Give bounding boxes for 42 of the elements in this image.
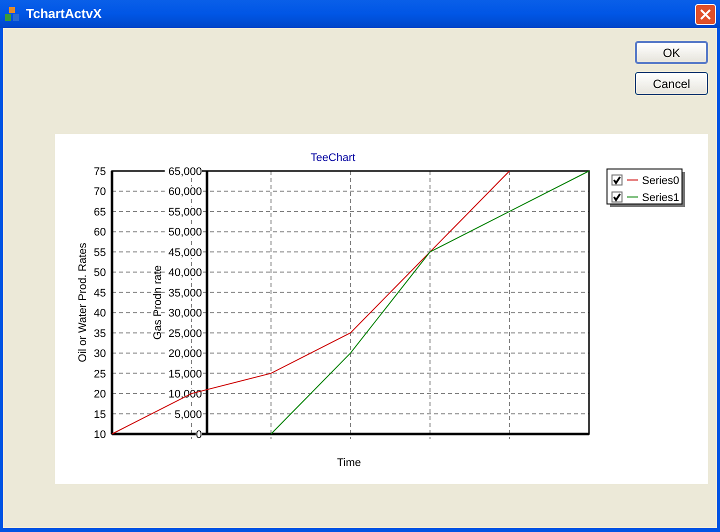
legend-checkbox[interactable] [612,174,622,186]
axis-title: Gas Prodn rate [152,265,164,340]
axis-tick-label: 25,000 [168,328,202,340]
axis-tick-label: 20 [94,388,106,401]
axis-tick-label: 35 [94,328,106,340]
axis-tick-label: 10 [94,429,106,441]
axis-tick-label: 25 [94,368,106,380]
axis-tick-label: 70 [94,186,106,198]
axis-tick-label: 50 [94,267,106,280]
axis-tick-label: 20,000 [168,348,202,360]
close-icon [700,8,711,20]
axis-tick-label: 65 [94,206,106,218]
axis-tick-label: 60,000 [168,186,202,198]
axis-tick-label: 45,000 [168,246,202,259]
axis-tick-label: 30,000 [168,308,202,320]
axis-tick-label: 55 [94,246,106,259]
axis-tick-label: 15,000 [168,368,202,380]
axis-tick-label: 45 [94,287,106,300]
close-button[interactable] [695,4,716,24]
app-icon [4,6,20,22]
axis-tick-label: 65,000 [168,166,202,178]
chart-title: TeeChart [310,152,356,164]
axis-tick-label: 15 [94,408,106,421]
axis-title: Oil or Water Prod. Rates [77,242,89,362]
axis-tick-label: 5,000 [174,408,202,421]
window-title: TchartActvX [26,5,103,24]
axis-title: Time [336,457,362,469]
axis-tick-label: 50,000 [168,226,202,239]
axis-tick-label: 40,000 [168,267,202,280]
legend-label: Series0 [642,175,680,187]
axis-tick-label: 30 [94,348,106,360]
axis-tick-label: 55,000 [168,206,202,218]
axis-tick-label: 40 [94,308,106,320]
dialog-button[interactable]: OK [635,41,708,64]
legend-line-sample [626,196,638,198]
axis-tick-label: 60 [94,226,106,239]
dialog-button[interactable]: Cancel [635,72,708,95]
legend-label: Series1 [642,192,680,204]
legend-checkbox[interactable] [612,192,622,202]
axis-tick-label: 75 [94,166,106,178]
axis-tick-label: 0 [196,429,202,441]
axis-tick-label: 35,000 [168,287,202,300]
